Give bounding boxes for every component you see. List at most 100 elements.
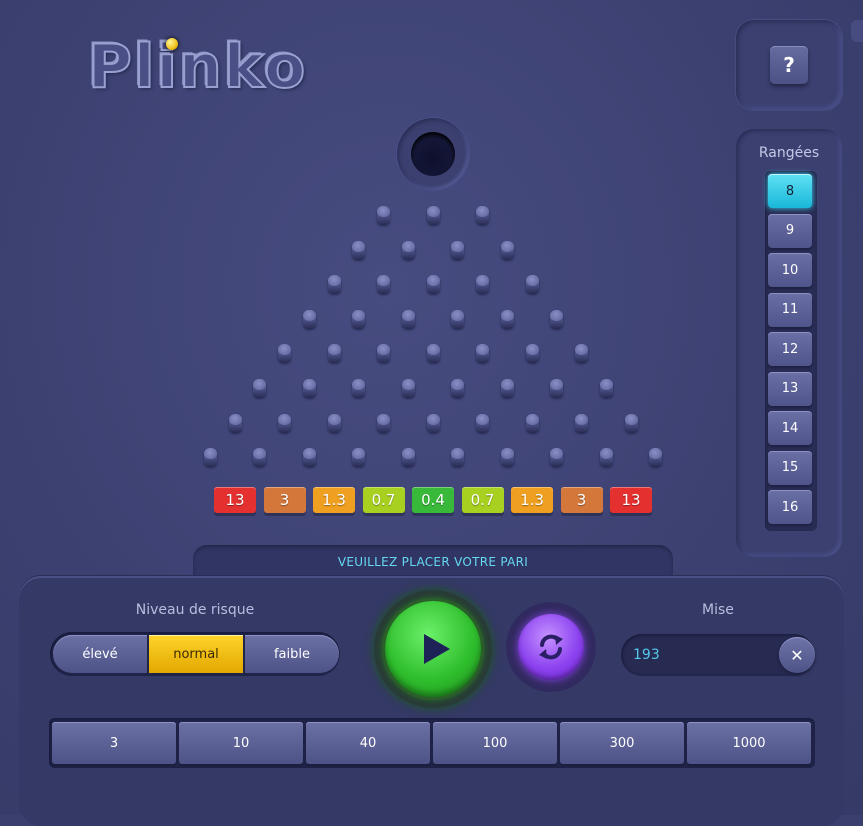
row-option-15[interactable]: 15 bbox=[768, 450, 812, 485]
bet-amount-value[interactable]: 193 bbox=[633, 634, 660, 676]
row-option-9[interactable]: 9 bbox=[768, 213, 812, 248]
chip-button-1000[interactable]: 1000 bbox=[687, 722, 811, 764]
multiplier-slot: 1.3 bbox=[511, 487, 553, 513]
peg bbox=[401, 240, 415, 259]
peg bbox=[302, 309, 316, 328]
bet-chip-row: 3 10 40 100 300 1000 bbox=[49, 718, 815, 768]
autoplay-button-ring bbox=[506, 602, 596, 692]
multiplier-slot: 13 bbox=[610, 487, 652, 513]
rows-panel: Rangées 8 9 10 11 12 13 14 15 16 bbox=[736, 129, 842, 557]
multiplier-slot: 0.4 bbox=[412, 487, 454, 513]
multiplier-slot: 0.7 bbox=[461, 487, 504, 513]
peg bbox=[649, 448, 663, 467]
chip-button-100[interactable]: 100 bbox=[433, 722, 557, 764]
peg bbox=[525, 413, 539, 432]
play-button[interactable] bbox=[385, 601, 481, 697]
chip-button-40[interactable]: 40 bbox=[306, 722, 430, 764]
help-panel: ? bbox=[736, 20, 842, 110]
game-board: Plinko ? Rangées 8 9 10 11 12 13 14 15 1… bbox=[0, 0, 863, 826]
peg bbox=[352, 379, 366, 397]
peg bbox=[426, 344, 440, 363]
peg bbox=[352, 448, 366, 467]
row-option-12[interactable]: 12 bbox=[768, 332, 812, 366]
peg bbox=[451, 448, 465, 467]
peg bbox=[599, 379, 613, 397]
peg bbox=[550, 448, 564, 467]
peg bbox=[327, 344, 341, 363]
peg bbox=[426, 275, 440, 294]
peg bbox=[550, 309, 564, 328]
risk-level-selector: élevé normal faible bbox=[50, 632, 340, 676]
peg bbox=[302, 448, 316, 467]
peg bbox=[401, 309, 415, 328]
logo-ball-icon bbox=[166, 38, 178, 50]
play-icon bbox=[424, 634, 450, 664]
bet-amount-field[interactable]: 193 ✕ bbox=[621, 634, 815, 676]
autoplay-button[interactable] bbox=[518, 614, 584, 680]
peg bbox=[278, 344, 291, 363]
peg bbox=[451, 240, 465, 259]
multiplier-slot: 13 bbox=[214, 487, 256, 513]
chip-button-300[interactable]: 300 bbox=[560, 722, 684, 764]
multiplier-slot: 3 bbox=[560, 487, 603, 513]
row-option-16[interactable]: 16 bbox=[768, 490, 812, 524]
row-option-14[interactable]: 14 bbox=[768, 411, 812, 445]
peg bbox=[550, 379, 564, 397]
peg bbox=[327, 413, 341, 432]
peg bbox=[203, 448, 217, 467]
peg bbox=[228, 413, 242, 432]
row-option-11[interactable]: 11 bbox=[768, 292, 812, 327]
peg bbox=[278, 413, 291, 432]
peg bbox=[500, 379, 514, 397]
status-message: VEUILLEZ PLACER VOTRE PARI bbox=[193, 545, 673, 577]
clear-bet-button[interactable]: ✕ bbox=[779, 637, 815, 673]
peg bbox=[426, 206, 440, 224]
peg bbox=[352, 240, 366, 259]
risk-normal-button[interactable]: normal bbox=[149, 635, 243, 673]
plinko-logo: Plinko bbox=[87, 31, 308, 103]
peg bbox=[352, 309, 366, 328]
peg bbox=[500, 309, 514, 328]
ball-drop-hole bbox=[397, 118, 469, 190]
peg bbox=[525, 344, 539, 363]
row-option-8[interactable]: 8 bbox=[768, 174, 812, 208]
refresh-icon bbox=[539, 634, 563, 660]
chip-button-3[interactable]: 3 bbox=[52, 722, 176, 764]
control-panel: Niveau de risque élevé normal faible Mis… bbox=[19, 576, 844, 826]
row-option-13[interactable]: 13 bbox=[768, 371, 812, 406]
peg bbox=[575, 344, 588, 363]
window-edge bbox=[851, 20, 863, 42]
peg bbox=[500, 240, 514, 259]
peg bbox=[476, 413, 489, 432]
play-button-ring bbox=[374, 590, 492, 708]
peg bbox=[451, 379, 465, 397]
risk-high-button[interactable]: élevé bbox=[53, 635, 147, 673]
peg bbox=[377, 413, 390, 432]
peg bbox=[426, 413, 440, 432]
multiplier-slot: 0.7 bbox=[362, 487, 405, 513]
peg bbox=[302, 379, 316, 397]
risk-level-label: Niveau de risque bbox=[135, 602, 255, 618]
peg bbox=[624, 413, 638, 432]
peg bbox=[327, 275, 341, 294]
peg bbox=[476, 206, 489, 224]
peg bbox=[401, 379, 415, 397]
peg bbox=[476, 344, 489, 363]
peg bbox=[476, 275, 489, 294]
multiplier-slot: 3 bbox=[263, 487, 306, 513]
rows-title: Rangées bbox=[758, 145, 820, 161]
peg bbox=[575, 413, 588, 432]
risk-low-button[interactable]: faible bbox=[245, 635, 339, 673]
peg bbox=[451, 309, 465, 328]
peg bbox=[500, 448, 514, 467]
row-option-10[interactable]: 10 bbox=[768, 253, 812, 287]
help-button[interactable]: ? bbox=[770, 46, 808, 84]
peg bbox=[377, 206, 390, 224]
peg bbox=[599, 448, 613, 467]
rows-list: 8 9 10 11 12 13 14 15 16 bbox=[765, 171, 817, 531]
peg bbox=[253, 448, 267, 467]
multiplier-slot: 1.3 bbox=[313, 487, 355, 513]
chip-button-10[interactable]: 10 bbox=[179, 722, 303, 764]
peg bbox=[525, 275, 539, 294]
peg bbox=[401, 448, 415, 467]
